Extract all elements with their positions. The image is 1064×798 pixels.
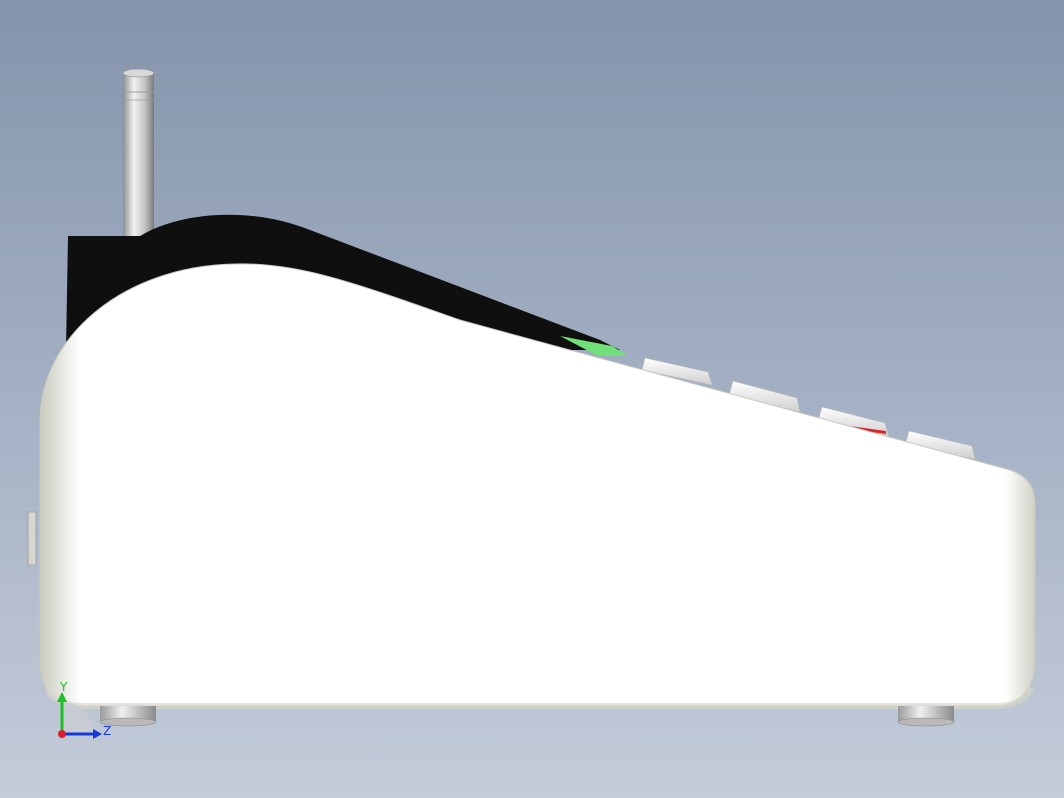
cad-viewport[interactable]: Y Z: [0, 0, 1064, 798]
foot-left[interactable]: [99, 706, 157, 727]
side-connector: [27, 511, 37, 566]
triad-z-arrow: [93, 729, 102, 739]
triad-z-label: Z: [103, 724, 111, 738]
triad-x-axis: [58, 730, 66, 738]
model-render[interactable]: Y Z: [0, 0, 1064, 798]
triad-y-label: Y: [59, 680, 68, 694]
foot-right[interactable]: [897, 706, 955, 727]
antenna-rod[interactable]: [122, 68, 155, 243]
